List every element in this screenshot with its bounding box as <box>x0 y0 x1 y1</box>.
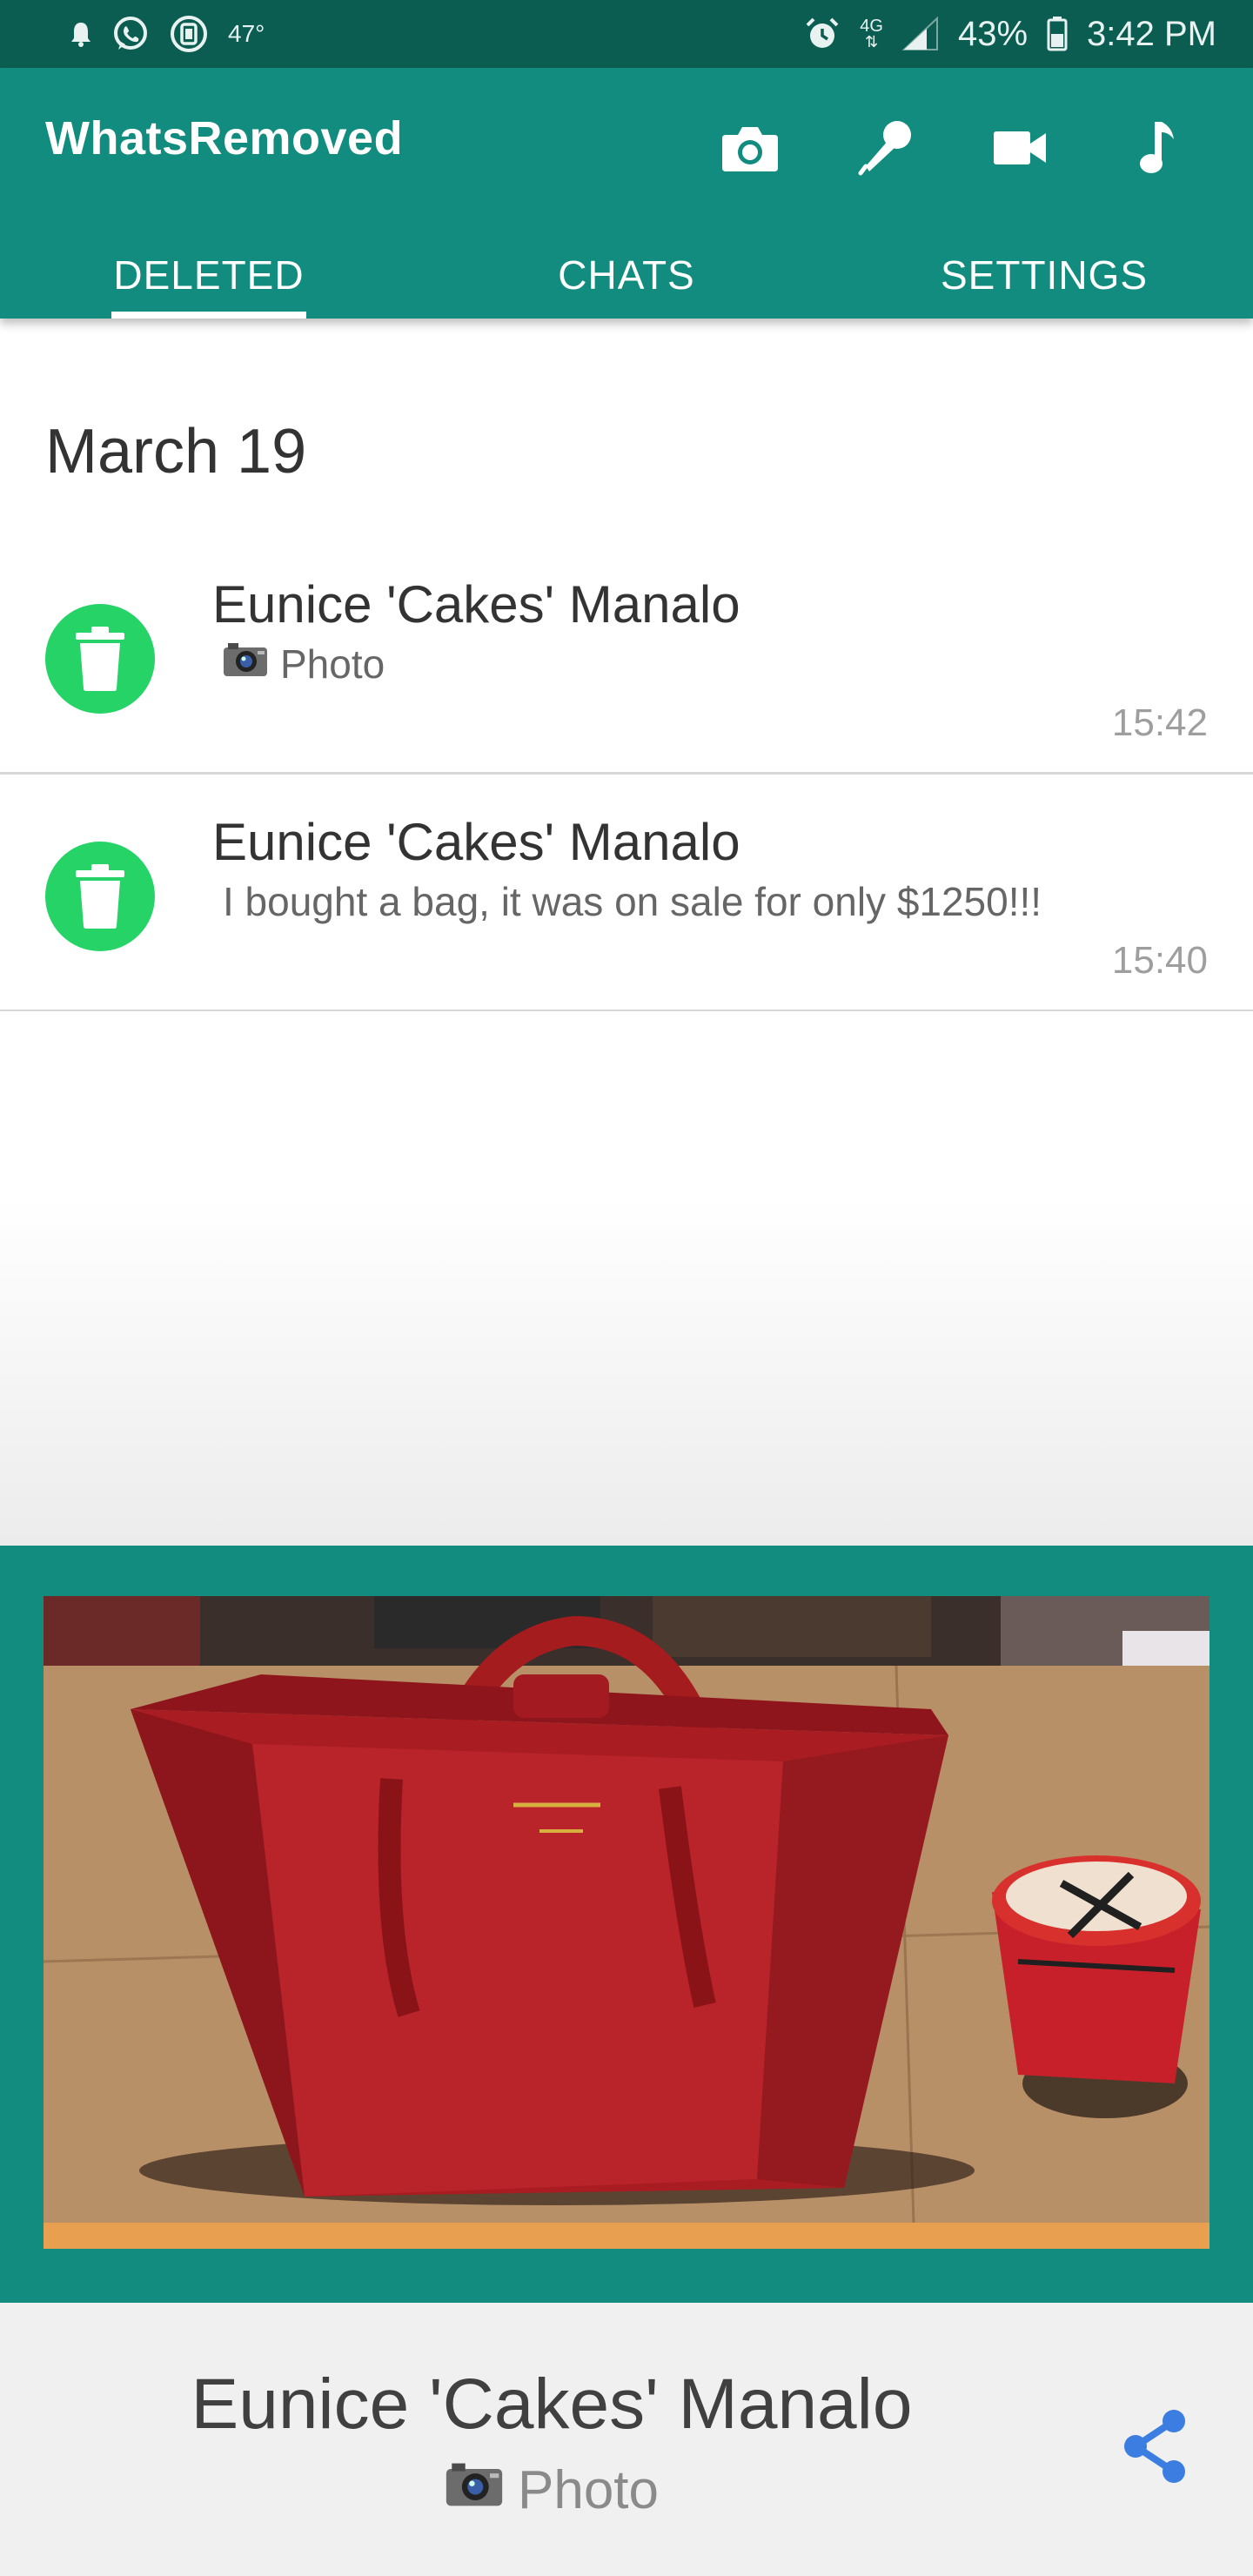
music-note-icon[interactable] <box>1114 106 1197 190</box>
preview-subtitle-text: Photo <box>517 2460 660 2520</box>
trash-avatar <box>45 604 155 714</box>
network-arrows-icon: ⇅ <box>865 33 879 50</box>
message-preview: I bought a bag, it was on sale for only … <box>223 878 1042 925</box>
status-left: 47° <box>70 14 265 54</box>
photo-preview-image[interactable] <box>44 1596 1209 2249</box>
trash-avatar <box>45 842 155 951</box>
trash-icon <box>76 864 124 929</box>
signal-icon <box>901 17 939 51</box>
app-notification-icon <box>169 14 209 54</box>
camera-emoji-icon <box>445 2459 504 2521</box>
preview-sender-name: Eunice 'Cakes' Manalo <box>191 2365 913 2444</box>
preview-subtitle: Photo <box>0 2459 1103 2521</box>
app-bar: WhatsRemoved DELETED CHATS SETTINGS <box>0 68 1253 319</box>
tab-settings-label: SETTINGS <box>940 252 1149 298</box>
message-text: I bought a bag, it was on sale for only … <box>223 879 1042 924</box>
message-time: 15:40 <box>1111 939 1208 982</box>
tab-deleted[interactable]: DELETED <box>0 231 418 319</box>
network-type-label: 4G <box>860 17 883 36</box>
battery-icon <box>1047 17 1068 51</box>
date-header: March 19 <box>45 417 307 486</box>
empty-list-area <box>0 1011 1253 1546</box>
trash-icon <box>76 627 124 691</box>
tab-settings[interactable]: SETTINGS <box>835 231 1253 319</box>
app-title: WhatsRemoved <box>45 112 404 164</box>
camera-emoji-icon <box>223 641 268 688</box>
list-item[interactable]: Eunice 'Cakes' Manalo Photo 15:42 <box>0 540 1253 775</box>
sender-name: Eunice 'Cakes' Manalo <box>212 575 740 634</box>
sender-name: Eunice 'Cakes' Manalo <box>212 813 740 871</box>
notification-bell-icon <box>70 21 92 47</box>
microphone-icon[interactable] <box>844 106 928 190</box>
clock: 3:42 PM <box>1087 14 1216 53</box>
tab-chats-label: CHATS <box>558 252 695 298</box>
active-tab-indicator <box>111 312 306 319</box>
share-button[interactable] <box>1107 2398 1203 2494</box>
whatsapp-icon <box>111 15 150 53</box>
status-bar: 47° 4G ⇅ 43% 3:42 PM <box>0 0 1253 68</box>
photo-preview-panel <box>0 1546 1253 2303</box>
message-preview: Photo <box>223 641 385 688</box>
status-right: 4G ⇅ 43% 3:42 PM <box>804 15 1216 54</box>
video-icon[interactable] <box>978 106 1062 190</box>
preview-info-bar: Eunice 'Cakes' Manalo Photo <box>0 2303 1253 2576</box>
list-item[interactable]: Eunice 'Cakes' Manalo I bought a bag, it… <box>0 777 1253 1012</box>
tab-deleted-label: DELETED <box>113 252 305 298</box>
battery-percent: 43% <box>957 14 1029 53</box>
alarm-icon <box>804 16 841 52</box>
message-text: Photo <box>280 641 385 687</box>
tab-bar: DELETED CHATS SETTINGS <box>0 231 1253 319</box>
message-time: 15:42 <box>1111 701 1208 744</box>
camera-icon[interactable] <box>708 106 792 190</box>
network-4g-icon: 4G ⇅ <box>860 17 883 50</box>
temperature-text: 47° <box>228 20 265 47</box>
share-icon <box>1124 2410 1185 2483</box>
tab-chats[interactable]: CHATS <box>418 231 835 319</box>
